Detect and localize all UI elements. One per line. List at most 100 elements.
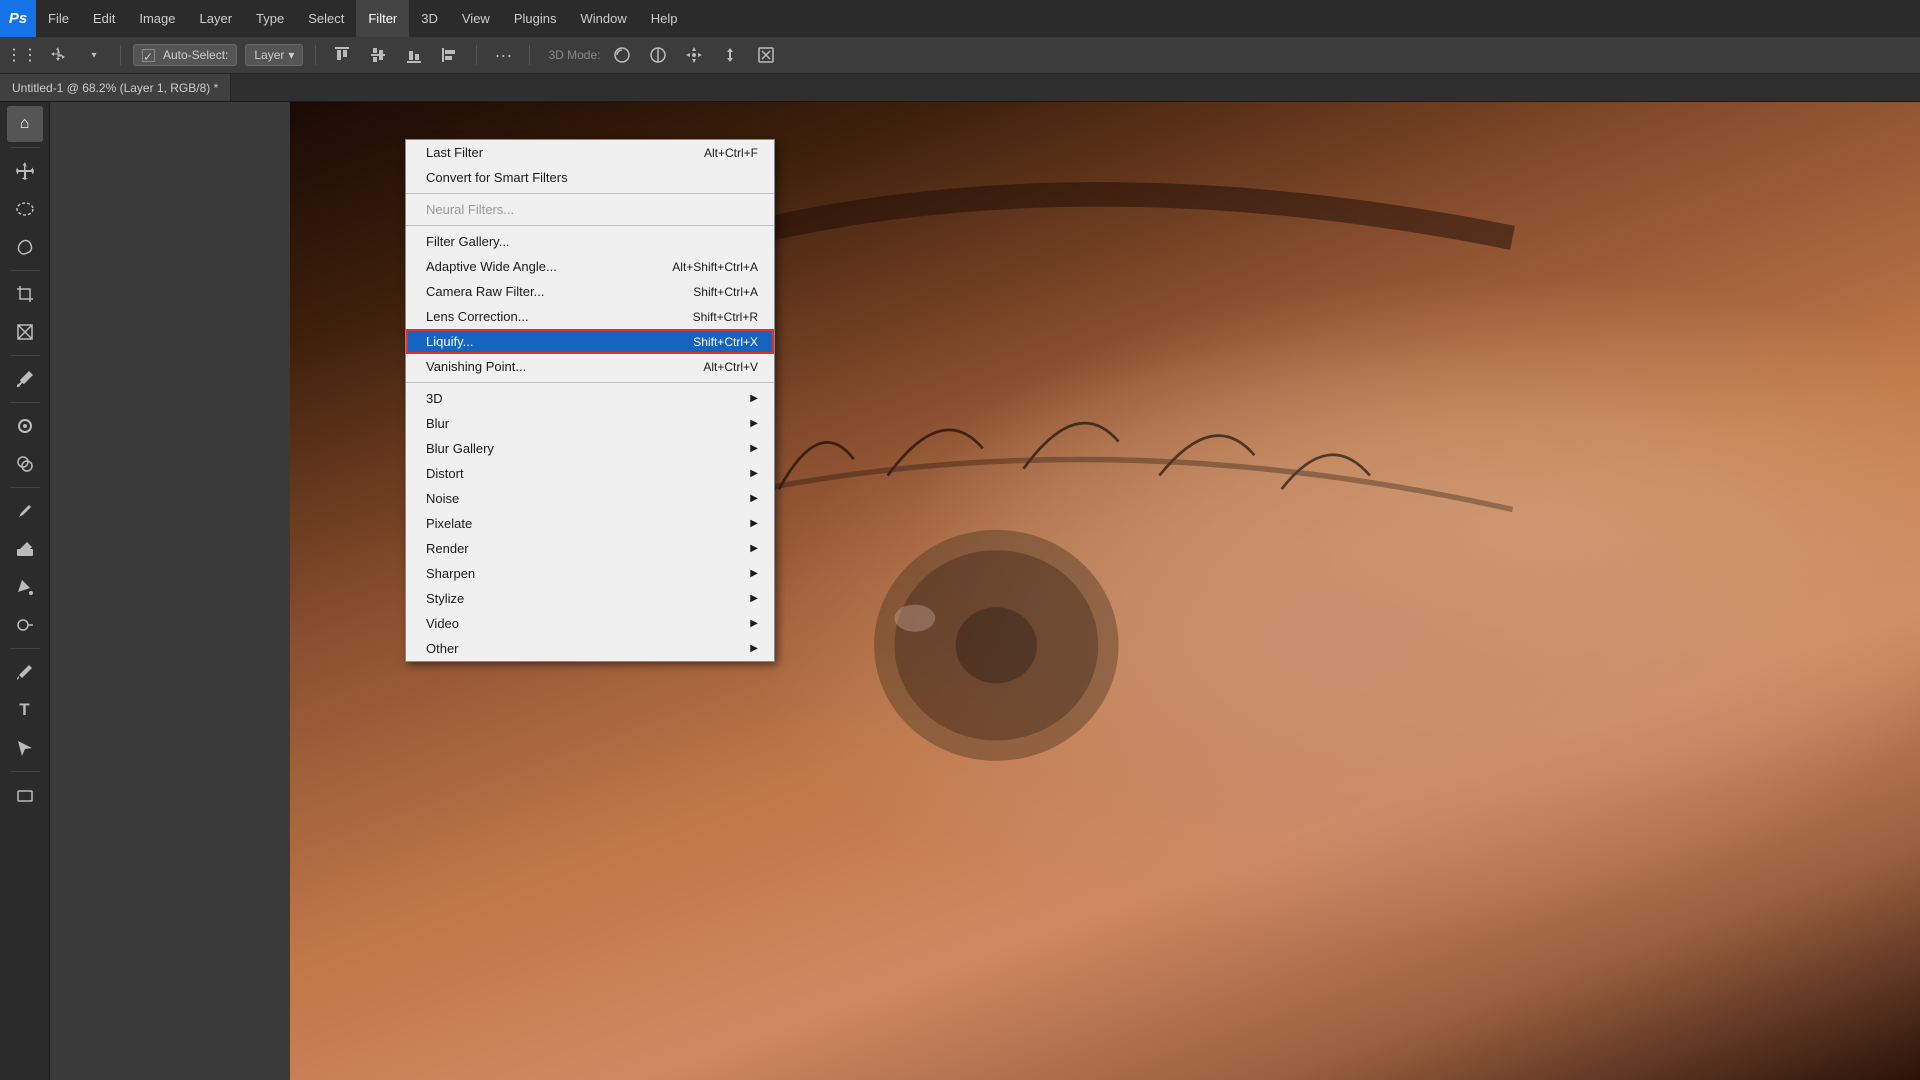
filter-last-filter[interactable]: Last Filter Alt+Ctrl+F	[406, 140, 774, 165]
extras-icon[interactable]: ···	[489, 41, 517, 69]
dropdown-arrow-icon[interactable]: ▾	[80, 41, 108, 69]
filter-vanishing-point-shortcut: Alt+Ctrl+V	[703, 360, 758, 374]
filter-3d[interactable]: 3D ▶	[406, 386, 774, 411]
align-bottom-icon[interactable]	[400, 41, 428, 69]
ps-logo: Ps	[0, 0, 36, 37]
menu-view[interactable]: View	[450, 0, 502, 37]
filter-pixelate[interactable]: Pixelate ▶	[406, 511, 774, 536]
sep-1	[406, 193, 774, 194]
filter-video-label: Video	[426, 616, 459, 631]
eyedropper-tool[interactable]	[7, 361, 43, 397]
3d-pan-icon[interactable]	[680, 41, 708, 69]
divider-1	[120, 45, 121, 65]
filter-neural[interactable]: Neural Filters...	[406, 197, 774, 222]
frame-tool[interactable]	[7, 314, 43, 350]
filter-adaptive-wide-label: Adaptive Wide Angle...	[426, 259, 557, 274]
filter-convert-smart[interactable]: Convert for Smart Filters	[406, 165, 774, 190]
shape-tool[interactable]	[7, 777, 43, 813]
brush-tool[interactable]	[7, 493, 43, 529]
3d-roll-icon[interactable]	[644, 41, 672, 69]
expand-panels-icon[interactable]: ⋮⋮	[8, 41, 36, 69]
home-tool[interactable]: ⌂	[7, 106, 43, 142]
align-left-icon[interactable]	[436, 41, 464, 69]
document-tab[interactable]: Untitled-1 @ 68.2% (Layer 1, RGB/8) *	[0, 74, 231, 101]
filter-blur[interactable]: Blur ▶	[406, 411, 774, 436]
path-select-tool[interactable]	[7, 730, 43, 766]
move-tool-icon[interactable]	[44, 41, 72, 69]
menu-plugins[interactable]: Plugins	[502, 0, 569, 37]
eraser-tool[interactable]	[7, 531, 43, 567]
filter-adaptive-wide[interactable]: Adaptive Wide Angle... Alt+Shift+Ctrl+A	[406, 254, 774, 279]
menu-file[interactable]: File	[36, 0, 81, 37]
filter-stylize[interactable]: Stylize ▶	[406, 586, 774, 611]
filter-render[interactable]: Render ▶	[406, 536, 774, 561]
filter-vanishing-point[interactable]: Vanishing Point... Alt+Ctrl+V	[406, 354, 774, 379]
menu-select[interactable]: Select	[296, 0, 356, 37]
3d-mode-label: 3D Mode:	[548, 48, 600, 62]
filter-blur-gallery-arrow: ▶	[750, 443, 758, 454]
paint-bucket-tool[interactable]	[7, 569, 43, 605]
filter-neural-label: Neural Filters...	[426, 202, 514, 217]
tool-sep-6	[10, 648, 40, 649]
menu-items: File Edit Image Layer Type Select Filter…	[36, 0, 689, 37]
filter-adaptive-wide-shortcut: Alt+Shift+Ctrl+A	[672, 260, 758, 274]
divider-2	[315, 45, 316, 65]
filter-gallery[interactable]: Filter Gallery...	[406, 229, 774, 254]
menu-filter[interactable]: Filter	[356, 0, 409, 37]
filter-other-label: Other	[426, 641, 459, 656]
filter-blur-gallery[interactable]: Blur Gallery ▶	[406, 436, 774, 461]
filter-noise[interactable]: Noise ▶	[406, 486, 774, 511]
menu-bar: Ps File Edit Image Layer Type Select Fil…	[0, 0, 1920, 37]
menu-edit[interactable]: Edit	[81, 0, 127, 37]
filter-distort[interactable]: Distort ▶	[406, 461, 774, 486]
filter-other-arrow: ▶	[750, 643, 758, 654]
crop-tool[interactable]	[7, 276, 43, 312]
filter-stylize-arrow: ▶	[750, 593, 758, 604]
filter-other[interactable]: Other ▶	[406, 636, 774, 661]
3d-rotate-icon[interactable]	[608, 41, 636, 69]
filter-liquify[interactable]: Liquify... Shift+Ctrl+X	[406, 329, 774, 354]
dodge-tool[interactable]	[7, 607, 43, 643]
filter-lens-correction-shortcut: Shift+Ctrl+R	[693, 310, 758, 324]
tab-bar: Untitled-1 @ 68.2% (Layer 1, RGB/8) *	[0, 74, 1920, 102]
filter-lens-correction-label: Lens Correction...	[426, 309, 529, 324]
healing-tool[interactable]	[7, 408, 43, 444]
filter-sharpen[interactable]: Sharpen ▶	[406, 561, 774, 586]
ellipse-tool[interactable]	[7, 191, 43, 227]
lasso-tool[interactable]	[7, 229, 43, 265]
filter-liquify-label: Liquify...	[426, 334, 473, 349]
options-bar: ⋮⋮ ▾ ✓ Auto-Select: Layer ▾ ··· 3D Mode:	[0, 37, 1920, 74]
3d-slide-icon[interactable]	[716, 41, 744, 69]
filter-lens-correction[interactable]: Lens Correction... Shift+Ctrl+R	[406, 304, 774, 329]
filter-pixelate-label: Pixelate	[426, 516, 472, 531]
filter-camera-raw-shortcut: Shift+Ctrl+A	[693, 285, 758, 299]
move-tool[interactable]	[7, 153, 43, 189]
clone-tool[interactable]	[7, 446, 43, 482]
filter-vanishing-point-label: Vanishing Point...	[426, 359, 526, 374]
type-tool[interactable]: T	[7, 692, 43, 728]
menu-help[interactable]: Help	[639, 0, 690, 37]
menu-window[interactable]: Window	[568, 0, 638, 37]
filter-render-label: Render	[426, 541, 469, 556]
filter-render-arrow: ▶	[750, 543, 758, 554]
filter-camera-raw[interactable]: Camera Raw Filter... Shift+Ctrl+A	[406, 279, 774, 304]
align-vert-icon[interactable]	[364, 41, 392, 69]
filter-sharpen-label: Sharpen	[426, 566, 475, 581]
tool-sep-1	[10, 147, 40, 148]
filter-liquify-shortcut: Shift+Ctrl+X	[693, 335, 758, 349]
menu-image[interactable]: Image	[127, 0, 187, 37]
3d-scale-icon[interactable]	[752, 41, 780, 69]
menu-type[interactable]: Type	[244, 0, 296, 37]
pen-tool[interactable]	[7, 654, 43, 690]
menu-layer[interactable]: Layer	[188, 0, 245, 37]
align-top-icon[interactable]	[328, 41, 356, 69]
left-toolbar: ⌂	[0, 102, 50, 1080]
layer-dropdown[interactable]: Layer ▾	[245, 44, 303, 66]
menu-3d[interactable]: 3D	[409, 0, 450, 37]
auto-select-checkbox[interactable]: ✓ Auto-Select:	[133, 44, 237, 66]
filter-blur-label: Blur	[426, 416, 449, 431]
filter-distort-arrow: ▶	[750, 468, 758, 479]
canvas-area: Last Filter Alt+Ctrl+F Convert for Smart…	[50, 102, 1920, 1080]
filter-video[interactable]: Video ▶	[406, 611, 774, 636]
filter-gallery-label: Filter Gallery...	[426, 234, 510, 249]
